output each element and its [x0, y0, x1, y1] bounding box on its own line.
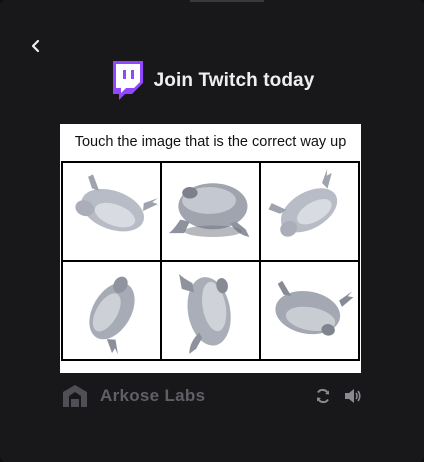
- frog-figure-icon: [74, 173, 158, 231]
- back-button[interactable]: [24, 34, 48, 58]
- captcha-modal: Join Twitch today Touch the image that i…: [0, 0, 424, 462]
- header: Join Twitch today: [0, 60, 424, 102]
- chevron-left-icon: [31, 39, 40, 53]
- frog-figure-icon: [168, 182, 249, 237]
- frog-figure-icon: [178, 273, 231, 354]
- speaker-icon: [345, 389, 361, 403]
- arkose-labs-logo-icon: [63, 385, 87, 407]
- reload-icon: [317, 388, 329, 404]
- frog-figure-icon: [88, 276, 135, 354]
- footer-controls: [314, 387, 362, 405]
- challenge-instruction: Touch the image that is the correct way …: [74, 134, 347, 150]
- frog-figure-icon: [274, 280, 353, 336]
- image-tile-4[interactable]: [62, 261, 161, 360]
- page-title: Join Twitch today: [153, 70, 315, 91]
- top-notch: [190, 0, 264, 2]
- image-tile-6[interactable]: [260, 261, 359, 360]
- image-grid: [61, 161, 360, 361]
- arkose-labs-brand: Arkose Labs: [100, 386, 206, 405]
- image-tile-1[interactable]: [62, 162, 161, 261]
- image-tile-2[interactable]: [161, 162, 260, 261]
- captcha-challenge: Touch the image that is the correct way …: [60, 124, 361, 373]
- footer: Arkose Labs: [62, 380, 362, 412]
- image-tile-5[interactable]: [161, 261, 260, 360]
- image-tile-3[interactable]: [260, 162, 359, 261]
- twitch-logo-icon: [112, 61, 143, 100]
- audio-challenge-button[interactable]: [344, 387, 362, 405]
- frog-figure-icon: [268, 168, 337, 237]
- reload-button[interactable]: [314, 387, 332, 405]
